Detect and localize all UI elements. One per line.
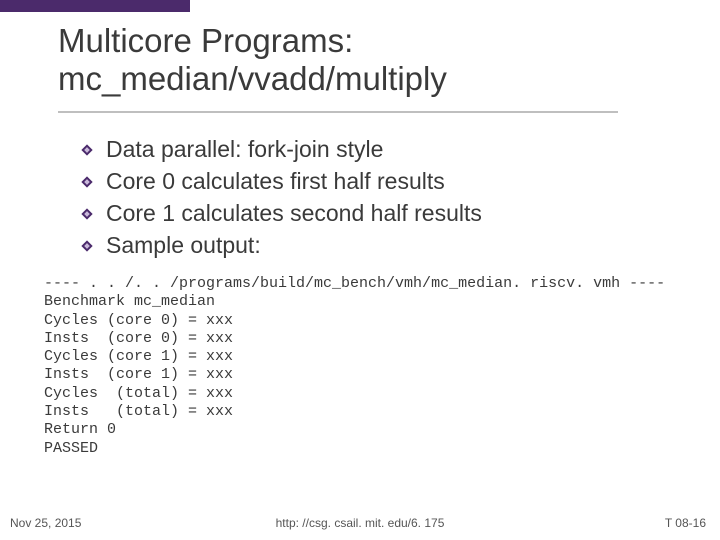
code-line: PASSED xyxy=(44,440,98,457)
bullet-text: Sample output: xyxy=(106,231,261,261)
footer-url: http: //csg. csail. mit. edu/6. 175 xyxy=(0,516,720,530)
code-line: Benchmark mc_median xyxy=(44,293,215,310)
code-line: Cycles (core 1) = xxx xyxy=(44,348,233,365)
diamond-bullet-icon xyxy=(80,143,94,157)
footer-page: T 08-16 xyxy=(665,516,706,530)
title-underline xyxy=(58,111,618,113)
list-item: Core 0 calculates first half results xyxy=(80,167,690,197)
bullet-text: Core 1 calculates second half results xyxy=(106,199,482,229)
slide-title: Multicore Programs: mc_median/vvadd/mult… xyxy=(58,22,690,98)
bullet-text: Data parallel: fork-join style xyxy=(106,135,383,165)
slide: Multicore Programs: mc_median/vvadd/mult… xyxy=(0,0,720,540)
list-item: Data parallel: fork-join style xyxy=(80,135,690,165)
code-line: Insts (core 0) = xxx xyxy=(44,330,233,347)
bullet-text: Core 0 calculates first half results xyxy=(106,167,445,197)
diamond-bullet-icon xyxy=(80,239,94,253)
code-line: Insts (core 1) = xxx xyxy=(44,366,233,383)
code-line: Insts (total) = xxx xyxy=(44,403,233,420)
decor-topbar xyxy=(0,0,190,12)
code-line: Return 0 xyxy=(44,421,116,438)
bullet-list: Data parallel: fork-join style Core 0 ca… xyxy=(80,135,690,263)
list-item: Core 1 calculates second half results xyxy=(80,199,690,229)
code-block: ---- . . /. . /programs/build/mc_bench/v… xyxy=(44,275,710,458)
diamond-bullet-icon xyxy=(80,207,94,221)
code-line: Cycles (core 0) = xxx xyxy=(44,312,233,329)
code-line: Cycles (total) = xxx xyxy=(44,385,233,402)
code-line: ---- . . /. . /programs/build/mc_bench/v… xyxy=(44,275,665,292)
list-item: Sample output: xyxy=(80,231,690,261)
diamond-bullet-icon xyxy=(80,175,94,189)
